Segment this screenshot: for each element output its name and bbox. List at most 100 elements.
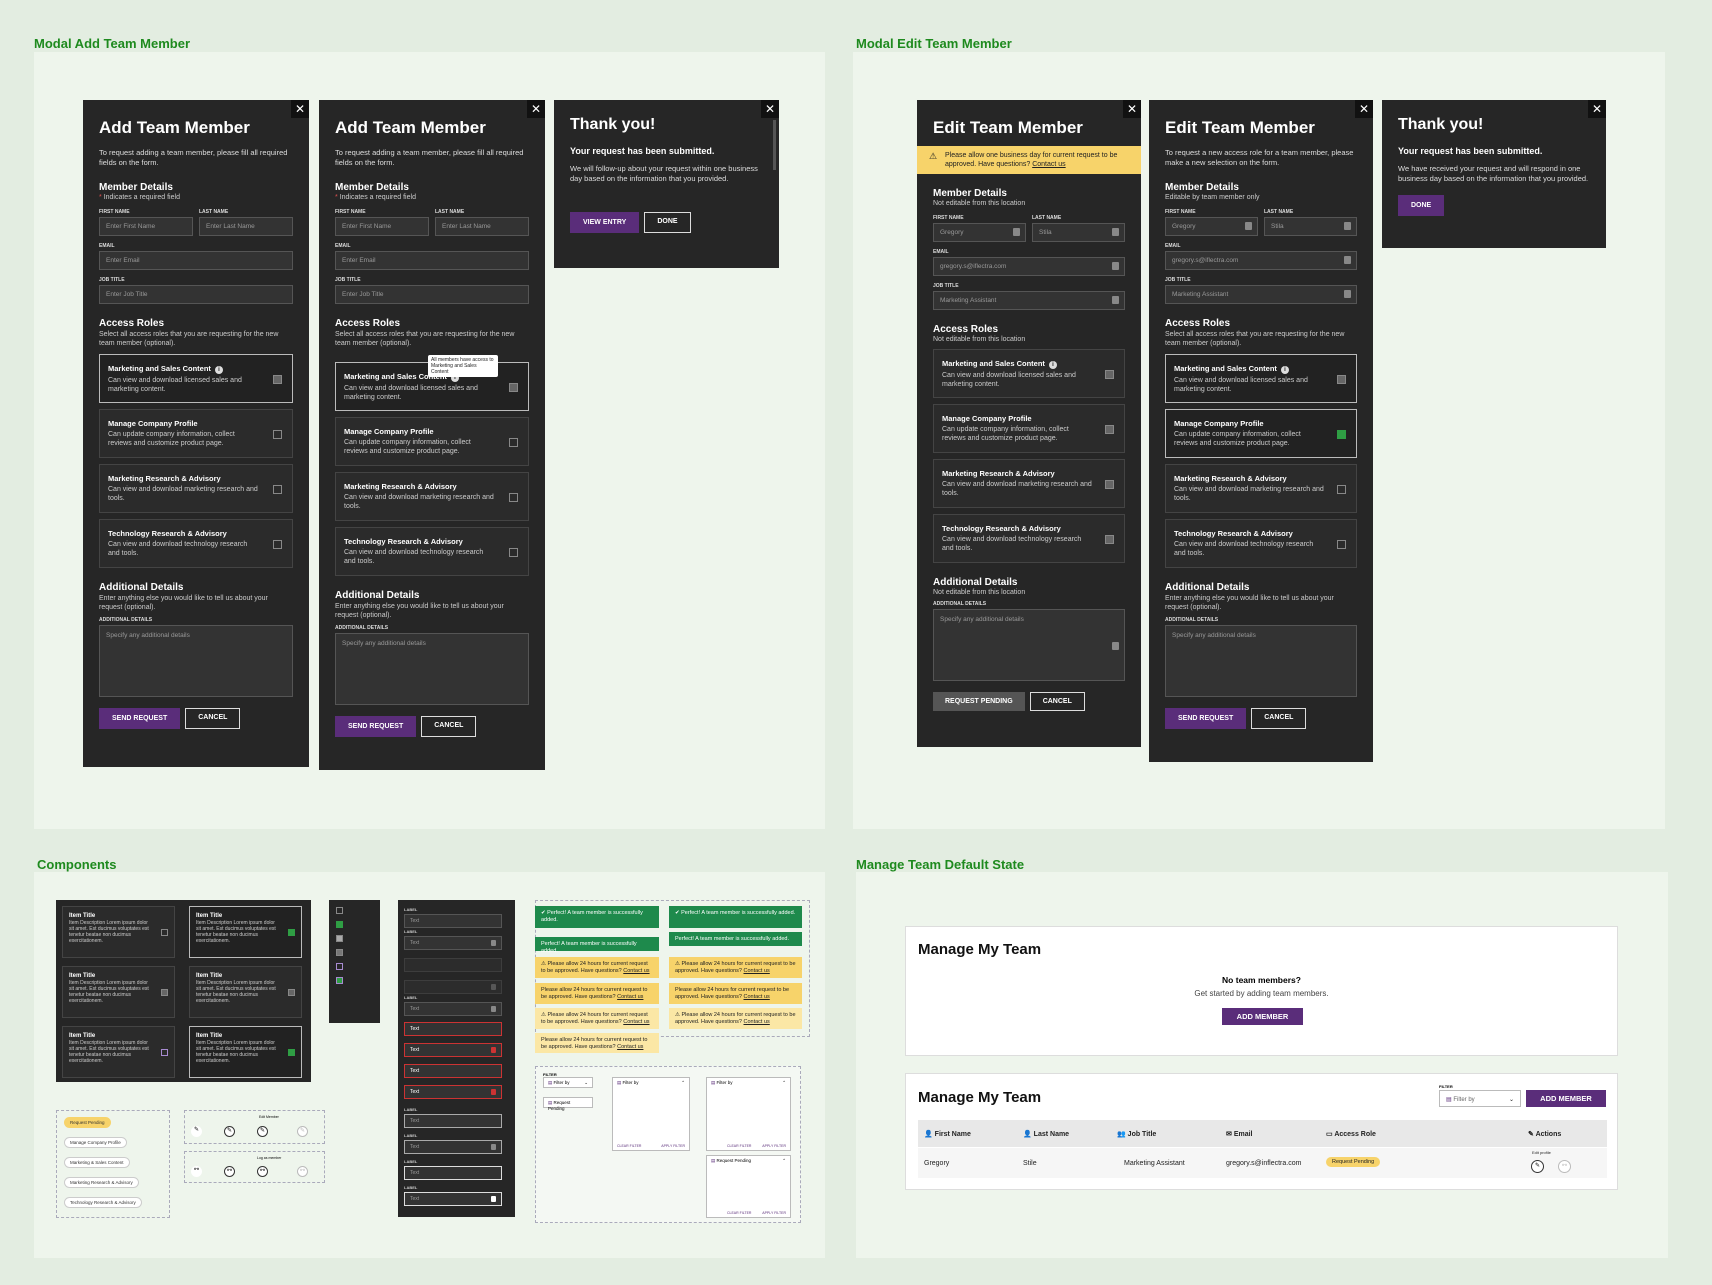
col-email[interactable]: ✉ Email bbox=[1226, 1130, 1253, 1138]
job-title-field[interactable]: Enter Job Title bbox=[99, 285, 293, 304]
add-member-button[interactable]: ADD MEMBER bbox=[1526, 1090, 1606, 1107]
close-icon[interactable]: ✕ bbox=[527, 100, 545, 118]
scrollbar[interactable] bbox=[773, 120, 776, 170]
clear-filter-button[interactable]: CLEAR FILTER bbox=[727, 1211, 751, 1215]
checkbox[interactable] bbox=[509, 548, 518, 557]
apply-filter-button[interactable]: APPLY FILTER bbox=[762, 1211, 786, 1215]
checkbox[interactable] bbox=[1337, 540, 1346, 549]
email-field[interactable]: Enter Email bbox=[99, 251, 293, 270]
link-icon[interactable]: ⚯ bbox=[257, 1166, 268, 1177]
col-first-name[interactable]: 👤 First Name bbox=[924, 1130, 971, 1138]
text-field[interactable]: Text bbox=[404, 1002, 502, 1016]
link-icon[interactable]: ⚯ bbox=[1558, 1160, 1571, 1173]
filter-dropdown-open[interactable]: ▤ Filter by ⌃ CLEAR FILTER APPLY FILTER bbox=[612, 1077, 690, 1151]
view-entry-button[interactable]: VIEW ENTRY bbox=[570, 212, 640, 233]
contact-link[interactable]: Contact us bbox=[744, 1019, 770, 1025]
cancel-button[interactable]: CANCEL bbox=[1029, 692, 1085, 711]
contact-link[interactable]: Contact us bbox=[617, 1044, 643, 1050]
col-access-role[interactable]: ▭ Access Role bbox=[1326, 1130, 1376, 1138]
edit-profile-icon[interactable]: ✎ bbox=[1531, 1160, 1544, 1173]
text-field-active-locked[interactable]: Text bbox=[404, 1192, 502, 1206]
checkbox-checked[interactable] bbox=[288, 1049, 295, 1056]
filter-dropdown-selected[interactable]: ▤ Request Pending bbox=[543, 1097, 593, 1111]
cancel-button[interactable]: CANCEL bbox=[1251, 708, 1307, 729]
filter-dropdown-pending-open[interactable]: ▤ Request Pending ⌃ CLEAR FILTER APPLY FI… bbox=[706, 1155, 791, 1218]
checkbox[interactable] bbox=[509, 438, 518, 447]
add-member-button[interactable]: ADD MEMBER bbox=[1222, 1008, 1303, 1025]
role-card-company-profile[interactable]: Manage Company Profile Can update company… bbox=[335, 417, 529, 466]
first-name-field[interactable]: Enter First Name bbox=[335, 217, 429, 236]
role-card-marketing-sales[interactable]: Marketing and Sales Content i Can view and… bbox=[99, 354, 293, 403]
close-icon[interactable]: ✕ bbox=[1355, 100, 1373, 118]
role-card-technology-research[interactable]: Technology Research & Advisory Can view a… bbox=[99, 519, 293, 568]
contact-link[interactable]: Contact us bbox=[744, 994, 770, 1000]
filter-dropdown[interactable]: ▤ Filter by ⌄ bbox=[1439, 1090, 1521, 1107]
apply-filter-button[interactable]: APPLY FILTER bbox=[762, 1144, 786, 1148]
checkbox[interactable] bbox=[336, 907, 343, 914]
role-card-marketing-research[interactable]: Marketing Research & Advisory Can view an… bbox=[335, 472, 529, 521]
link-icon[interactable]: ⚯ bbox=[224, 1166, 235, 1177]
checkbox[interactable] bbox=[273, 485, 282, 494]
edit-icon[interactable]: ✎ bbox=[257, 1126, 268, 1137]
checkbox[interactable] bbox=[161, 1049, 168, 1056]
close-icon[interactable]: ✕ bbox=[761, 100, 779, 118]
close-icon[interactable]: ✕ bbox=[1588, 100, 1606, 118]
close-icon[interactable]: ✕ bbox=[1123, 100, 1141, 118]
link-icon[interactable]: ⚯ bbox=[191, 1166, 202, 1177]
checkbox[interactable] bbox=[273, 540, 282, 549]
role-card-marketing-research[interactable]: Marketing Research & Advisory Can view an… bbox=[1165, 464, 1357, 513]
cancel-button[interactable]: CANCEL bbox=[421, 716, 477, 737]
contact-link[interactable]: Contact us bbox=[1032, 161, 1065, 168]
additional-textarea[interactable]: Specify any additional details bbox=[335, 633, 529, 705]
edit-icon[interactable]: ✎ bbox=[191, 1126, 202, 1137]
col-job-title[interactable]: 👥 Job Title bbox=[1117, 1130, 1156, 1138]
checkbox-checked-focus[interactable] bbox=[336, 977, 343, 984]
col-last-name[interactable]: 👤 Last Name bbox=[1023, 1130, 1069, 1138]
clear-filter-button[interactable]: CLEAR FILTER bbox=[727, 1144, 751, 1148]
text-field-error[interactable]: Text bbox=[404, 1064, 502, 1078]
email-field[interactable]: Enter Email bbox=[335, 251, 529, 270]
item-card[interactable]: Item Title Item Description Lorem ipsum d… bbox=[62, 906, 175, 958]
text-field-error-locked[interactable]: Text bbox=[404, 1085, 502, 1099]
contact-link[interactable]: Contact us bbox=[623, 1019, 649, 1025]
info-icon[interactable]: i bbox=[1048, 361, 1057, 369]
apply-filter-button[interactable]: APPLY FILTER bbox=[661, 1144, 685, 1148]
text-field[interactable]: Text bbox=[404, 914, 502, 928]
role-card-technology-research[interactable]: Technology Research & Advisory Can view a… bbox=[1165, 519, 1357, 568]
item-card-selected-focus[interactable]: Item Title Item Description Lorem ipsum d… bbox=[189, 1026, 302, 1078]
checkbox[interactable] bbox=[273, 430, 282, 439]
edit-icon[interactable]: ✎ bbox=[224, 1126, 235, 1137]
done-button[interactable]: DONE bbox=[644, 212, 691, 233]
role-card-marketing-research[interactable]: Marketing Research & Advisory Can view an… bbox=[99, 464, 293, 513]
additional-textarea[interactable]: Specify any additional details bbox=[99, 625, 293, 697]
role-card-company-profile[interactable]: Manage Company Profile Can update company… bbox=[99, 409, 293, 458]
checkbox[interactable] bbox=[273, 375, 282, 384]
contact-link[interactable]: Contact us bbox=[617, 994, 643, 1000]
role-card-company-profile[interactable]: Manage Company Profile Can update company… bbox=[1165, 409, 1357, 458]
checkbox-checked[interactable] bbox=[288, 929, 295, 936]
additional-textarea[interactable]: Specify any additional details bbox=[1165, 625, 1357, 697]
text-field-focus[interactable]: Text bbox=[404, 1114, 502, 1128]
last-name-field[interactable]: Enter Last Name bbox=[435, 217, 529, 236]
checkbox[interactable] bbox=[1337, 485, 1346, 494]
text-field-error[interactable]: Text bbox=[404, 1022, 502, 1036]
text-field-focus-locked[interactable]: Text bbox=[404, 1140, 502, 1154]
item-card-selected[interactable]: Item Title Item Description Lorem ipsum d… bbox=[189, 906, 302, 958]
cancel-button[interactable]: CANCEL bbox=[185, 708, 241, 729]
filter-dropdown-open-checked[interactable]: ▤ Filter by ⌃ CLEAR FILTER APPLY FILTER bbox=[706, 1077, 791, 1151]
send-request-button[interactable]: SEND REQUEST bbox=[335, 716, 417, 737]
checkbox[interactable] bbox=[1337, 375, 1346, 384]
done-button[interactable]: DONE bbox=[1398, 195, 1445, 216]
last-name-field[interactable]: Enter Last Name bbox=[199, 217, 293, 236]
role-card-marketing-sales[interactable]: Marketing and Sales Content i Can view and… bbox=[1165, 354, 1357, 403]
text-field-error-locked[interactable]: Text bbox=[404, 1043, 502, 1057]
checkbox-checked[interactable] bbox=[336, 921, 343, 928]
checkbox[interactable] bbox=[509, 383, 518, 392]
text-field-active[interactable]: Text bbox=[404, 1166, 502, 1180]
contact-link[interactable]: Contact us bbox=[744, 968, 770, 974]
filter-dropdown[interactable]: ▤ Filter by ⌄ bbox=[543, 1077, 593, 1088]
info-icon[interactable]: i bbox=[214, 366, 223, 374]
contact-link[interactable]: Contact us bbox=[623, 968, 649, 974]
info-icon[interactable]: i bbox=[1280, 366, 1289, 374]
checkbox-checked[interactable] bbox=[1337, 430, 1346, 439]
